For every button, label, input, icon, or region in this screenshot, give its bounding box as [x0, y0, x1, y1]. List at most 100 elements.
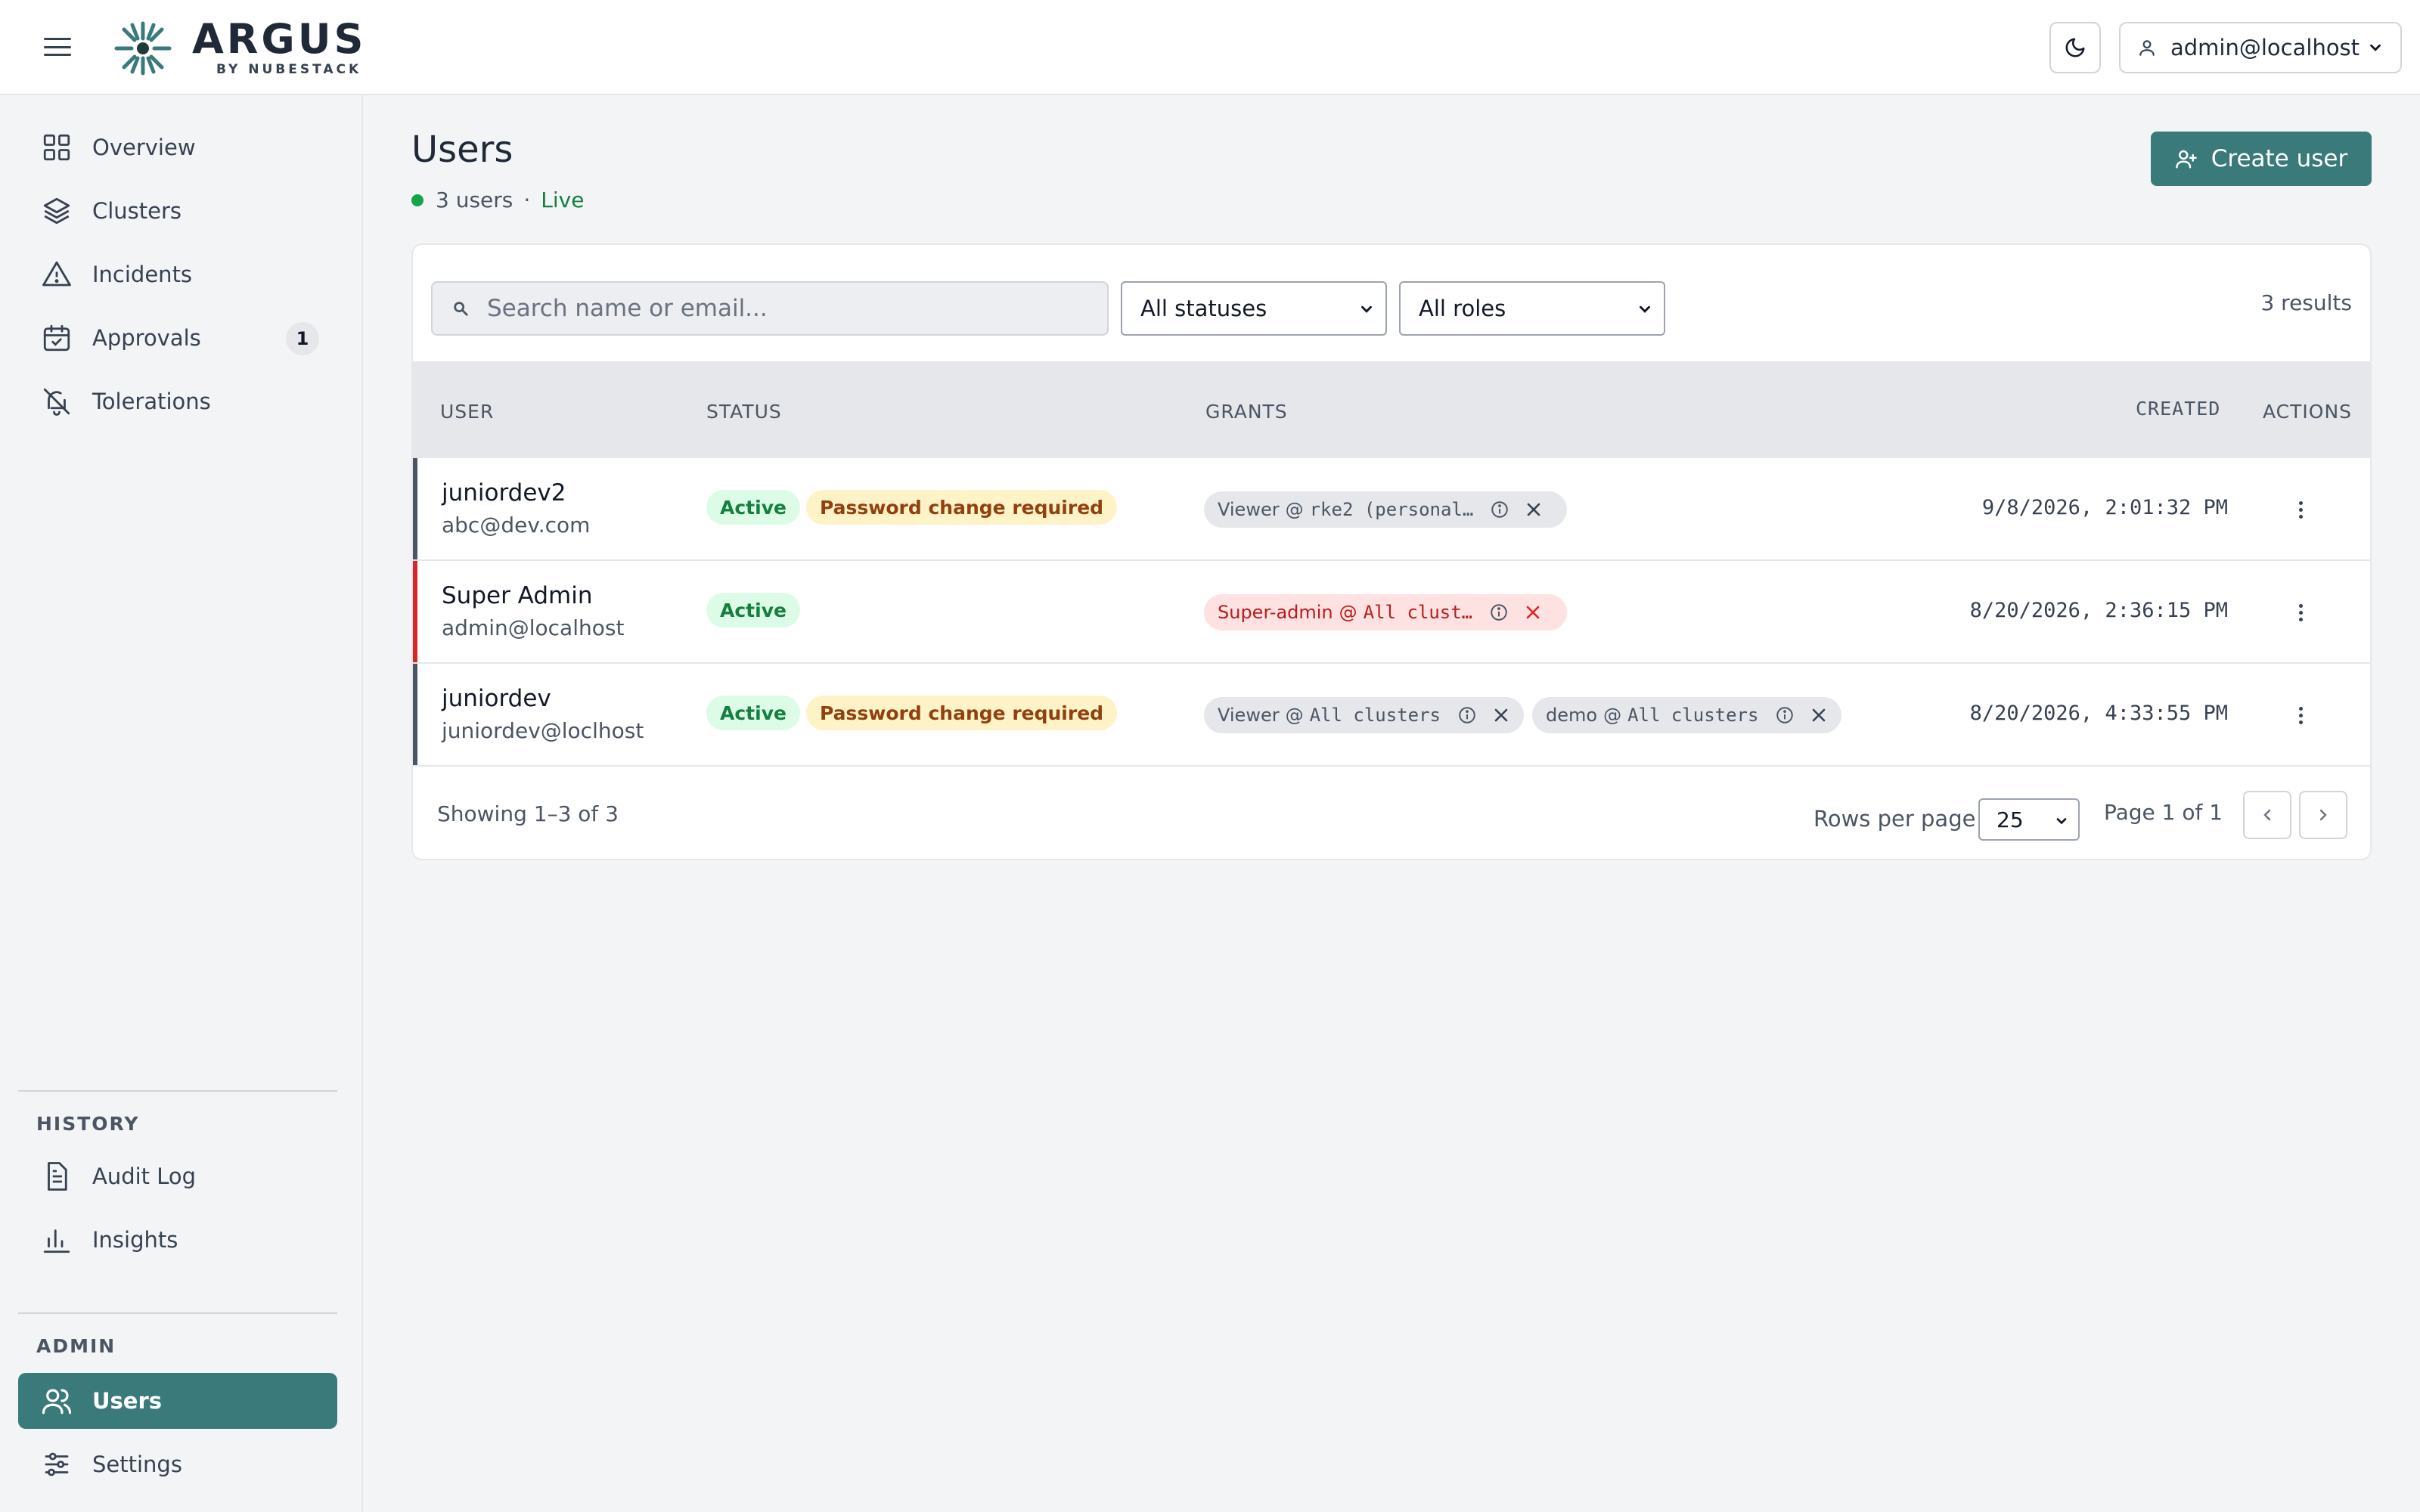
- grid-icon: [43, 134, 70, 161]
- user-plus-icon: [2176, 150, 2197, 169]
- created-date: 8/20/2026, 2:36:15 PM: [1969, 599, 2228, 622]
- table-row[interactable]: juniordev juniordev@loclhost Active Pass…: [413, 664, 2370, 767]
- sidebar-divider: [18, 1312, 337, 1314]
- sliders-icon: [45, 1452, 69, 1476]
- column-header-created[interactable]: CREATED: [2136, 398, 2220, 420]
- status-filter-select[interactable]: All statuses: [1121, 281, 1387, 336]
- grant-at: @: [1339, 602, 1357, 623]
- status-filter-value: All statuses: [1140, 296, 1267, 321]
- create-user-button[interactable]: Create user: [2151, 132, 2372, 186]
- grant-role: Super-admin: [1218, 602, 1333, 623]
- row-actions-menu-icon[interactable]: [2285, 700, 2316, 730]
- warning-triangle-icon: [42, 261, 71, 287]
- row-accent: [413, 664, 417, 765]
- row-actions-menu-icon[interactable]: [2285, 494, 2316, 525]
- chevron-down-icon: [2370, 44, 2381, 51]
- live-status: Live: [541, 187, 585, 212]
- grant-role: demo: [1546, 705, 1598, 726]
- separator: ·: [523, 187, 531, 212]
- info-icon[interactable]: [1489, 603, 1509, 622]
- grant-chip: demo @ All clusters: [1532, 697, 1842, 733]
- column-header-user[interactable]: USER: [440, 401, 494, 423]
- sidebar-item-audit-log[interactable]: Audit Log: [18, 1148, 337, 1204]
- brand-name: ARGUS: [192, 15, 367, 63]
- column-header-status[interactable]: STATUS: [706, 401, 782, 423]
- page-info: Page 1 of 1: [2104, 800, 2223, 825]
- theme-toggle-button[interactable]: [2049, 22, 2101, 73]
- brand-logo[interactable]: ARGUS BY NUBESTACK: [113, 15, 367, 77]
- users-icon: [42, 1389, 72, 1414]
- table-row[interactable]: Super Admin admin@localhost Active Super…: [413, 561, 2370, 664]
- close-icon[interactable]: [1524, 603, 1542, 621]
- status-badge: Active: [706, 593, 800, 627]
- sidebar-item-incidents[interactable]: Incidents: [18, 246, 337, 302]
- sidebar: Overview Clusters Incidents Approvals 1 …: [0, 95, 363, 1512]
- sidebar-item-label: Settings: [92, 1452, 182, 1477]
- sidebar-item-label: Incidents: [92, 262, 193, 287]
- search-icon: [454, 302, 468, 316]
- admin-section-title: ADMIN: [36, 1335, 116, 1357]
- user-email: juniordev@loclhost: [442, 718, 644, 743]
- sidebar-item-label: Tolerations: [92, 389, 211, 414]
- table-row[interactable]: juniordev2 abc@dev.com Active Password c…: [413, 458, 2370, 561]
- grant-at: @: [1603, 705, 1622, 726]
- password-change-badge: Password change required: [806, 490, 1118, 525]
- close-icon[interactable]: [1810, 706, 1828, 724]
- user-email: admin@localhost: [442, 615, 625, 640]
- status-badge: Active: [706, 696, 800, 730]
- grant-chip: Viewer @ rke2 (personal…: [1204, 491, 1567, 528]
- results-count: 3 results: [2260, 290, 2352, 315]
- row-accent: [413, 458, 417, 559]
- role-filter-select[interactable]: All roles: [1399, 281, 1665, 336]
- grant-at: @: [1285, 499, 1304, 520]
- info-icon[interactable]: [1457, 705, 1477, 725]
- sidebar-item-label: Insights: [92, 1227, 178, 1253]
- grant-at: @: [1285, 705, 1304, 726]
- sidebar-item-users[interactable]: Users: [18, 1373, 337, 1429]
- sidebar-item-tolerations[interactable]: Tolerations: [18, 373, 337, 429]
- approvals-count-badge: 1: [286, 322, 319, 355]
- close-icon[interactable]: [1492, 706, 1510, 724]
- column-header-grants[interactable]: GRANTS: [1205, 401, 1288, 423]
- account-label: admin@localhost: [2170, 35, 2360, 60]
- sidebar-item-insights[interactable]: Insights: [18, 1212, 337, 1268]
- user-name: Super Admin: [442, 582, 593, 609]
- previous-page-button[interactable]: [2243, 791, 2291, 839]
- sidebar-item-clusters[interactable]: Clusters: [18, 183, 337, 239]
- created-date: 9/8/2026, 2:01:32 PM: [1981, 496, 2228, 519]
- row-actions-menu-icon[interactable]: [2285, 597, 2316, 627]
- sidebar-item-label: Approvals: [92, 325, 201, 351]
- info-icon[interactable]: [1490, 500, 1509, 519]
- user-name: juniordev2: [442, 479, 566, 507]
- next-page-button[interactable]: [2299, 791, 2347, 839]
- account-menu-button[interactable]: admin@localhost: [2119, 22, 2402, 73]
- document-icon: [48, 1162, 67, 1191]
- created-date: 8/20/2026, 4:33:55 PM: [1969, 702, 2228, 725]
- search-box[interactable]: [431, 281, 1109, 336]
- user-email: abc@dev.com: [442, 513, 591, 538]
- sidebar-item-settings[interactable]: Settings: [18, 1436, 337, 1492]
- sidebar-item-label: Audit Log: [92, 1163, 197, 1189]
- user-icon: [2139, 40, 2155, 56]
- menu-icon[interactable]: [39, 32, 76, 62]
- chevron-down-icon: [1640, 305, 1650, 313]
- sidebar-item-approvals[interactable]: Approvals 1: [18, 310, 337, 366]
- sidebar-divider: [18, 1090, 337, 1092]
- sidebar-item-label: Overview: [92, 135, 196, 160]
- rows-per-page-label: Rows per page: [1813, 806, 1976, 832]
- column-header-actions: ACTIONS: [2263, 401, 2353, 423]
- close-icon[interactable]: [1525, 500, 1543, 519]
- info-icon[interactable]: [1775, 705, 1795, 725]
- sidebar-item-overview[interactable]: Overview: [18, 119, 337, 175]
- sunburst-logo-icon: [114, 21, 172, 76]
- chevron-right-icon: [2319, 809, 2327, 821]
- chevron-down-icon: [1361, 305, 1372, 313]
- layers-icon: [43, 197, 70, 225]
- grant-role: Viewer: [1218, 705, 1280, 726]
- rows-per-page-select[interactable]: 25: [1978, 798, 2080, 841]
- search-input[interactable]: [487, 295, 1092, 322]
- chevron-left-icon: [2263, 809, 2271, 821]
- bar-chart-icon: [43, 1229, 70, 1253]
- calendar-check-icon: [43, 324, 70, 352]
- moon-icon: [2065, 38, 2085, 57]
